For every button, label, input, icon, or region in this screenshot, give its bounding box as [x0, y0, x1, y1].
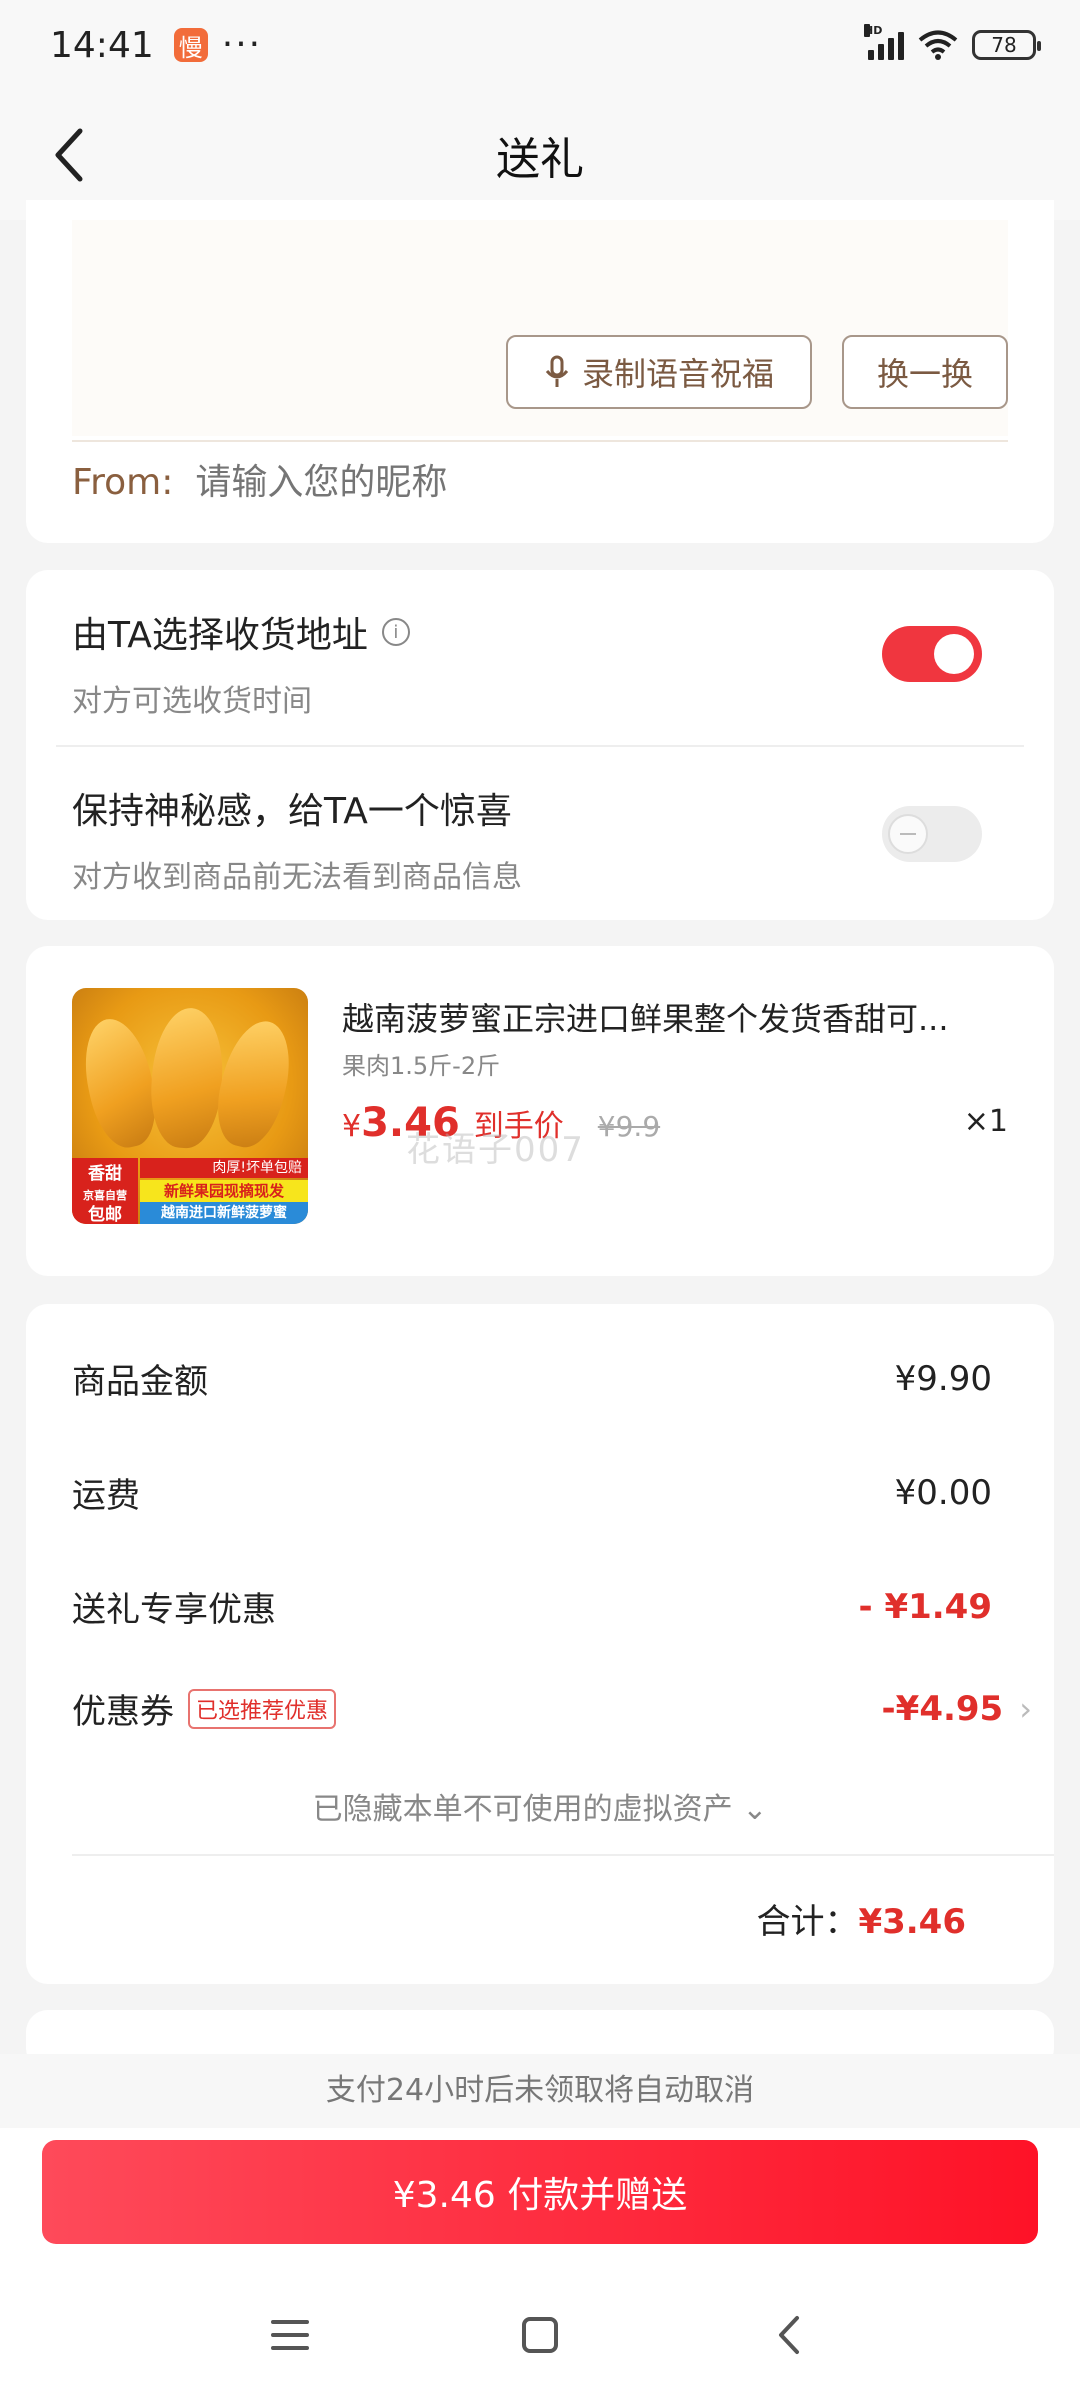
total-label: 合计：: [756, 1902, 859, 1942]
page-title: 送礼: [496, 134, 584, 185]
summary-value: ¥0.00: [894, 1472, 992, 1513]
summary-label: 送礼专享优惠: [72, 1590, 276, 1630]
product-spec: 果肉1.5斤-2斤: [342, 1052, 501, 1080]
address-option-title: 由TA选择收货地址: [72, 615, 368, 656]
watermark: 花语子007: [406, 1130, 585, 1170]
record-voice-button[interactable]: 录制语音祝福: [506, 335, 812, 409]
mystery-option: 保持神秘感，给TA一个惊喜 对方收到商品前无法看到商品信息: [72, 782, 1012, 896]
total-row: 合计： ¥3.46: [756, 1894, 966, 1943]
divider: [72, 440, 1008, 442]
summary-value: - ¥1.49: [858, 1586, 993, 1627]
mystery-toggle-switch[interactable]: [882, 806, 982, 862]
pay-and-send-button[interactable]: ¥3.46 付款并赠送: [42, 2140, 1038, 2244]
cellular-signal-icon: HD: [864, 24, 904, 60]
hd-label: HD: [864, 24, 883, 37]
total-value: ¥3.46: [858, 1902, 966, 1942]
microphone-icon: [545, 355, 569, 387]
product-quantity: ×1: [963, 1104, 1008, 1139]
product-title[interactable]: 越南菠萝蜜正宗进口鲜果整个发货香甜可...: [342, 994, 1002, 1040]
info-icon[interactable]: i: [381, 618, 410, 646]
change-message-label: 换一换: [876, 355, 973, 393]
menu-icon[interactable]: [265, 2310, 315, 2360]
from-label: From:: [72, 462, 174, 503]
address-option-subtitle: 对方可选收货时间: [72, 684, 312, 719]
nickname-input[interactable]: [195, 462, 696, 503]
status-time: 14:41: [50, 24, 154, 66]
divider: [56, 745, 1024, 747]
product-image-badge: 香甜 京喜自营 包邮: [72, 1158, 138, 1224]
mystery-option-subtitle: 对方收到商品前无法看到商品信息: [72, 860, 522, 895]
original-price: ¥9.9: [597, 1110, 661, 1143]
status-bar: 14:41 慢 ··· HD 78: [0, 0, 1080, 90]
battery-icon: 78: [972, 30, 1041, 60]
divider: [72, 1854, 1054, 1856]
summary-value: -¥4.95: [881, 1688, 1004, 1729]
auto-cancel-notice: 支付24小时后未领取将自动取消: [0, 2054, 1080, 2128]
product-image-strip: 肉厚!坏单包赔: [140, 1158, 308, 1178]
summary-label: 优惠券 已选推荐优惠: [72, 1684, 337, 1733]
hidden-assets-toggle[interactable]: 已隐藏本单不可使用的虚拟资产 ⌄: [26, 1784, 1054, 1828]
back-arrow-icon[interactable]: [50, 125, 90, 185]
product-image[interactable]: 香甜 京喜自营 包邮 肉厚!坏单包赔 新鲜果园现摘现发 越南进口新鲜菠萝蜜: [72, 988, 308, 1224]
status-icons: HD 78: [864, 24, 1041, 61]
address-toggle-switch[interactable]: [882, 626, 982, 682]
from-row: From:: [72, 462, 696, 503]
product-card: 香甜 京喜自营 包邮 肉厚!坏单包赔 新鲜果园现摘现发 越南进口新鲜菠萝蜜 越南菠萝…: [26, 946, 1054, 1276]
back-icon[interactable]: [765, 2310, 815, 2360]
gift-message-card: 录制语音祝福 换一换 From:: [26, 200, 1054, 543]
app-notification-icon: 慢: [173, 28, 208, 62]
system-navigation: [0, 2290, 1080, 2380]
gift-options-card: 由TA选择收货地址 i 对方可选收货时间 保持神秘感，给TA一个惊喜 对方收到商…: [26, 570, 1054, 920]
summary-label: 运费: [72, 1476, 140, 1516]
order-summary-card: 商品金额 ¥9.90 运费 ¥0.00 送礼专享优惠 - ¥1.49 优惠券 已…: [26, 1304, 1054, 1984]
summary-value: ¥9.90: [894, 1358, 992, 1399]
product-image-strip: 新鲜果园现摘现发: [140, 1180, 308, 1202]
address-option: 由TA选择收货地址 i 对方可选收货时间: [72, 606, 1012, 720]
record-voice-label: 录制语音祝福: [581, 355, 774, 393]
change-message-button[interactable]: 换一换: [842, 335, 1008, 409]
home-icon[interactable]: [515, 2310, 565, 2360]
more-notifications-icon: ···: [221, 24, 263, 65]
product-image-strip: 越南进口新鲜菠萝蜜: [140, 1202, 308, 1224]
chevron-right-icon: ›: [1019, 1689, 1032, 1728]
summary-row: 送礼专享优惠 - ¥1.49: [72, 1582, 992, 1631]
mystery-option-title: 保持神秘感，给TA一个惊喜: [72, 791, 512, 832]
coupon-row[interactable]: 优惠券 已选推荐优惠 -¥4.95 ›: [72, 1684, 1032, 1733]
wifi-icon: [918, 30, 958, 60]
summary-row: 商品金额 ¥9.90: [72, 1354, 992, 1403]
coupon-tag: 已选推荐优惠: [188, 1688, 337, 1729]
summary-row: 运费 ¥0.00: [72, 1468, 992, 1517]
summary-label: 商品金额: [72, 1362, 208, 1402]
